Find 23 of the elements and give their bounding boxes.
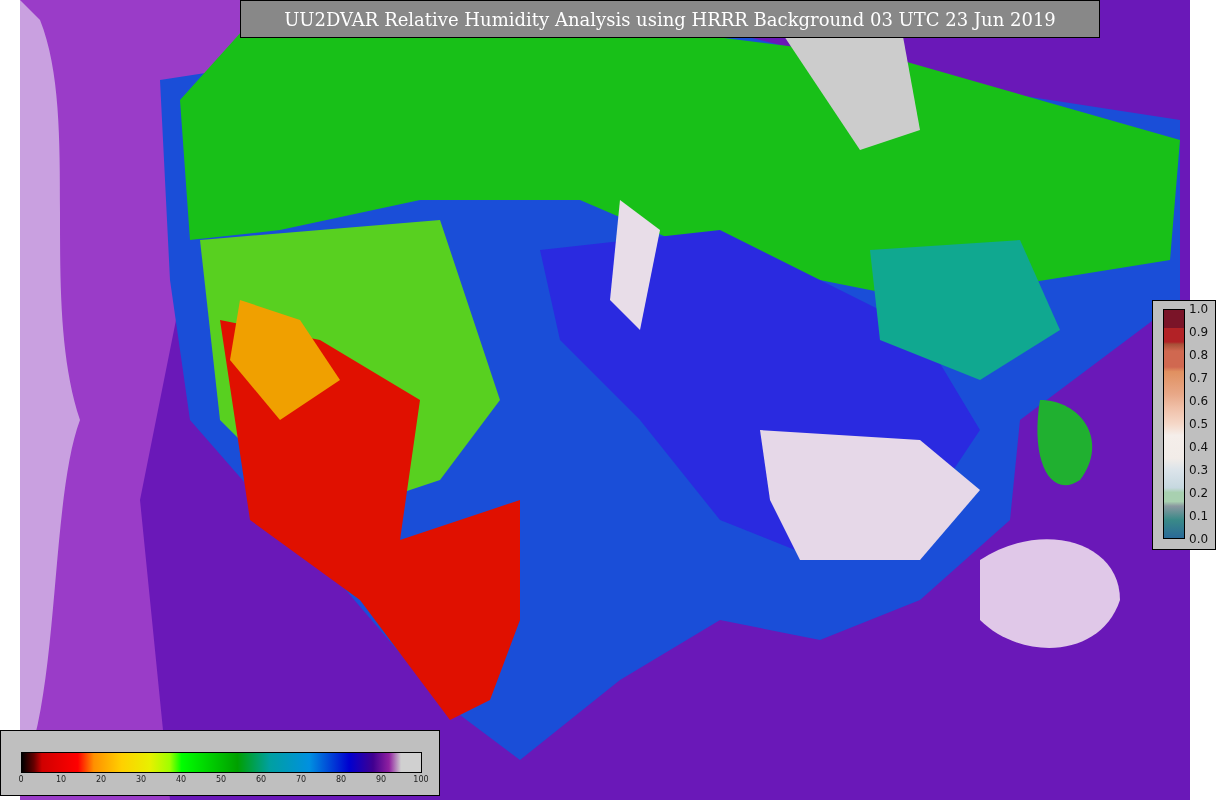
tick-label: 0.8 — [1189, 348, 1209, 362]
tick-label: 0.7 — [1189, 371, 1209, 385]
tick-label: 0.2 — [1189, 486, 1209, 500]
tick-label: 10 — [54, 775, 68, 784]
tick-label: 0.3 — [1189, 463, 1209, 477]
tick-label: 50 — [214, 775, 228, 784]
tick-label: 0.9 — [1189, 325, 1209, 339]
tick-label: 60 — [254, 775, 268, 784]
tick-label: 90 — [374, 775, 388, 784]
tick-label: 20 — [94, 775, 108, 784]
tick-label: 100 — [412, 775, 430, 784]
tick-label: 0.4 — [1189, 440, 1209, 454]
tick-label: 0.0 — [1189, 532, 1209, 546]
tick-label: 0.1 — [1189, 509, 1209, 523]
tick-label: 0 — [17, 775, 25, 784]
tick-label: 1.0 — [1189, 302, 1209, 316]
tick-label: 40 — [174, 775, 188, 784]
tick-label: 70 — [294, 775, 308, 784]
tick-label: 0.5 — [1189, 417, 1209, 431]
map-title: UU2DVAR Relative Humidity Analysis using HRRR Background 03 UTC 23 Jun 2019 — [240, 0, 1100, 38]
tick-label: 80 — [334, 775, 348, 784]
tick-label: 0.6 — [1189, 394, 1209, 408]
tick-label: 30 — [134, 775, 148, 784]
